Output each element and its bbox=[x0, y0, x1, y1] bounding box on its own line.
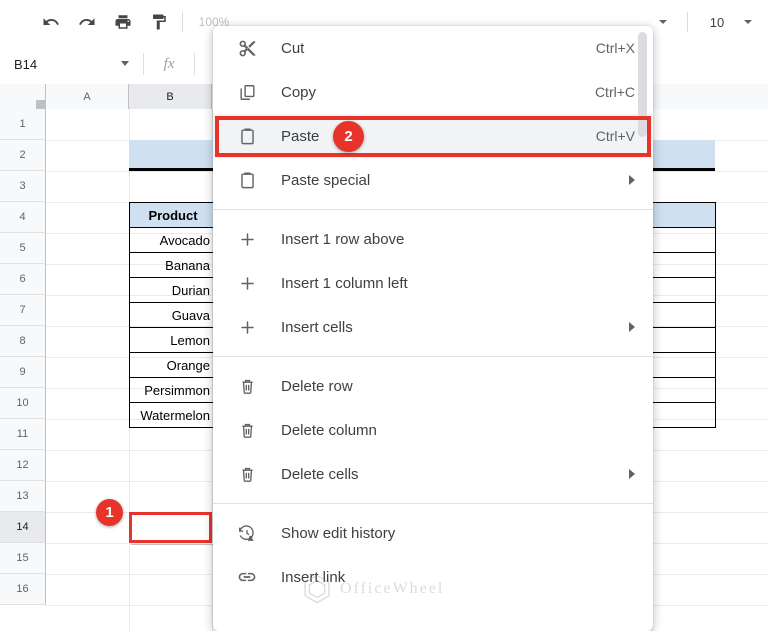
row-header-2[interactable]: 2 bbox=[0, 140, 46, 171]
print-icon[interactable] bbox=[108, 7, 138, 37]
row-header-1[interactable]: 1 bbox=[0, 109, 46, 140]
step-badge-2: 2 bbox=[333, 121, 364, 152]
row-header-5[interactable]: 5 bbox=[0, 233, 46, 264]
menu-item-label: Copy bbox=[281, 83, 317, 101]
toolbar-divider bbox=[182, 12, 183, 32]
row-header-7[interactable]: 7 bbox=[0, 295, 46, 326]
menu-item-label: Cut bbox=[281, 39, 305, 57]
submenu-arrow-icon bbox=[629, 469, 635, 479]
menu-item-shortcut: Ctrl+C bbox=[594, 84, 635, 100]
cell-product[interactable]: Guava bbox=[129, 302, 217, 328]
plus-icon bbox=[235, 271, 259, 295]
step-badge-1: 1 bbox=[96, 499, 123, 526]
row-header-14[interactable]: 14 bbox=[0, 512, 46, 543]
menu-item-delete-column[interactable]: Delete column bbox=[213, 408, 653, 452]
menu-item-paste[interactable]: Paste Ctrl+V bbox=[213, 114, 653, 158]
plus-icon bbox=[235, 227, 259, 251]
clipboard-icon bbox=[235, 168, 259, 192]
context-menu: Cut Ctrl+X Copy Ctrl+C Paste Ctrl+V Past… bbox=[213, 26, 653, 631]
row-header-12[interactable]: 12 bbox=[0, 450, 46, 481]
menu-divider bbox=[213, 356, 653, 357]
menu-item-label: Insert link bbox=[281, 568, 346, 586]
cell-product[interactable]: Persimmon bbox=[129, 377, 217, 403]
menu-item-label: Insert 1 row above bbox=[281, 230, 405, 248]
menu-item-label: Delete cells bbox=[281, 465, 359, 483]
cell-product[interactable]: Banana bbox=[129, 252, 217, 278]
selected-cell-b14[interactable] bbox=[129, 512, 212, 543]
menu-item-insert-link[interactable]: Insert link bbox=[213, 555, 653, 599]
function-icon[interactable]: fx bbox=[144, 56, 194, 73]
menu-item-delete-cells[interactable]: Delete cells bbox=[213, 452, 653, 496]
column-header-product: Product bbox=[129, 202, 217, 228]
toolbar-right-group: 10 bbox=[653, 0, 762, 44]
trash-icon bbox=[235, 418, 259, 442]
menu-item-label: Insert 1 column left bbox=[281, 274, 408, 292]
row-header-3[interactable]: 3 bbox=[0, 171, 46, 202]
row-header-10[interactable]: 10 bbox=[0, 388, 46, 419]
undo-icon[interactable] bbox=[36, 7, 66, 37]
menu-item-insert-cells[interactable]: Insert cells bbox=[213, 305, 653, 349]
menu-item-label: Paste special bbox=[281, 171, 371, 189]
row-header-6[interactable]: 6 bbox=[0, 264, 46, 295]
edit-history-icon bbox=[235, 521, 259, 545]
menu-item-shortcut: Ctrl+X bbox=[595, 40, 635, 56]
menu-item-label: Delete row bbox=[281, 377, 353, 395]
menu-item-label: Show edit history bbox=[281, 524, 396, 542]
clipboard-icon bbox=[235, 124, 259, 148]
row-header-4[interactable]: 4 bbox=[0, 202, 46, 233]
column-header-b[interactable]: B bbox=[129, 84, 212, 109]
menu-divider bbox=[213, 209, 653, 210]
row-header-8[interactable]: 8 bbox=[0, 326, 46, 357]
row-header-11[interactable]: 11 bbox=[0, 419, 46, 450]
cell-product[interactable]: Orange bbox=[129, 352, 217, 378]
name-box[interactable]: B14 bbox=[0, 44, 143, 84]
menu-scrollbar-thumb[interactable] bbox=[638, 32, 647, 137]
name-box-value: B14 bbox=[14, 56, 38, 72]
menu-scrollbar[interactable] bbox=[638, 32, 647, 625]
menu-item-paste-special[interactable]: Paste special bbox=[213, 158, 653, 202]
menu-item-cut[interactable]: Cut Ctrl+X bbox=[213, 26, 653, 70]
toolbar-divider-2 bbox=[687, 12, 688, 32]
scissors-icon bbox=[235, 36, 259, 60]
trash-icon bbox=[235, 374, 259, 398]
submenu-arrow-icon bbox=[629, 175, 635, 185]
menu-item-show-edit-history[interactable]: Show edit history bbox=[213, 511, 653, 555]
name-box-chevron-down-icon[interactable] bbox=[121, 61, 129, 66]
cell-product[interactable]: Durian bbox=[129, 277, 217, 303]
row-header-13[interactable]: 13 bbox=[0, 481, 46, 512]
font-size-chevron-down-icon[interactable] bbox=[744, 20, 752, 24]
trash-icon bbox=[235, 462, 259, 486]
font-size-value[interactable]: 10 bbox=[698, 13, 736, 32]
column-header-a[interactable]: A bbox=[46, 84, 129, 109]
column-header-e[interactable] bbox=[652, 84, 768, 109]
paint-format-icon[interactable] bbox=[144, 7, 174, 37]
menu-item-insert-row-above[interactable]: Insert 1 row above bbox=[213, 217, 653, 261]
link-icon bbox=[235, 565, 259, 589]
chevron-down-icon[interactable] bbox=[659, 20, 667, 24]
row-header-16[interactable]: 16 bbox=[0, 574, 46, 605]
menu-item-label: Paste bbox=[281, 127, 320, 145]
menu-item-shortcut: Ctrl+V bbox=[595, 128, 635, 144]
cell-product[interactable]: Avocado bbox=[129, 227, 217, 253]
menu-item-insert-column-left[interactable]: Insert 1 column left bbox=[213, 261, 653, 305]
menu-item-label: Insert cells bbox=[281, 318, 353, 336]
cell-product[interactable]: Lemon bbox=[129, 327, 217, 353]
menu-item-label: Delete column bbox=[281, 421, 377, 439]
menu-item-delete-row[interactable]: Delete row bbox=[213, 364, 653, 408]
row-header-9[interactable]: 9 bbox=[0, 357, 46, 388]
redo-icon[interactable] bbox=[72, 7, 102, 37]
copy-icon bbox=[235, 80, 259, 104]
menu-divider bbox=[213, 503, 653, 504]
cell-product[interactable]: Watermelon bbox=[129, 402, 217, 428]
submenu-arrow-icon bbox=[629, 322, 635, 332]
plus-icon bbox=[235, 315, 259, 339]
select-all-corner[interactable] bbox=[0, 84, 46, 109]
row-header-15[interactable]: 15 bbox=[0, 543, 46, 574]
menu-item-copy[interactable]: Copy Ctrl+C bbox=[213, 70, 653, 114]
